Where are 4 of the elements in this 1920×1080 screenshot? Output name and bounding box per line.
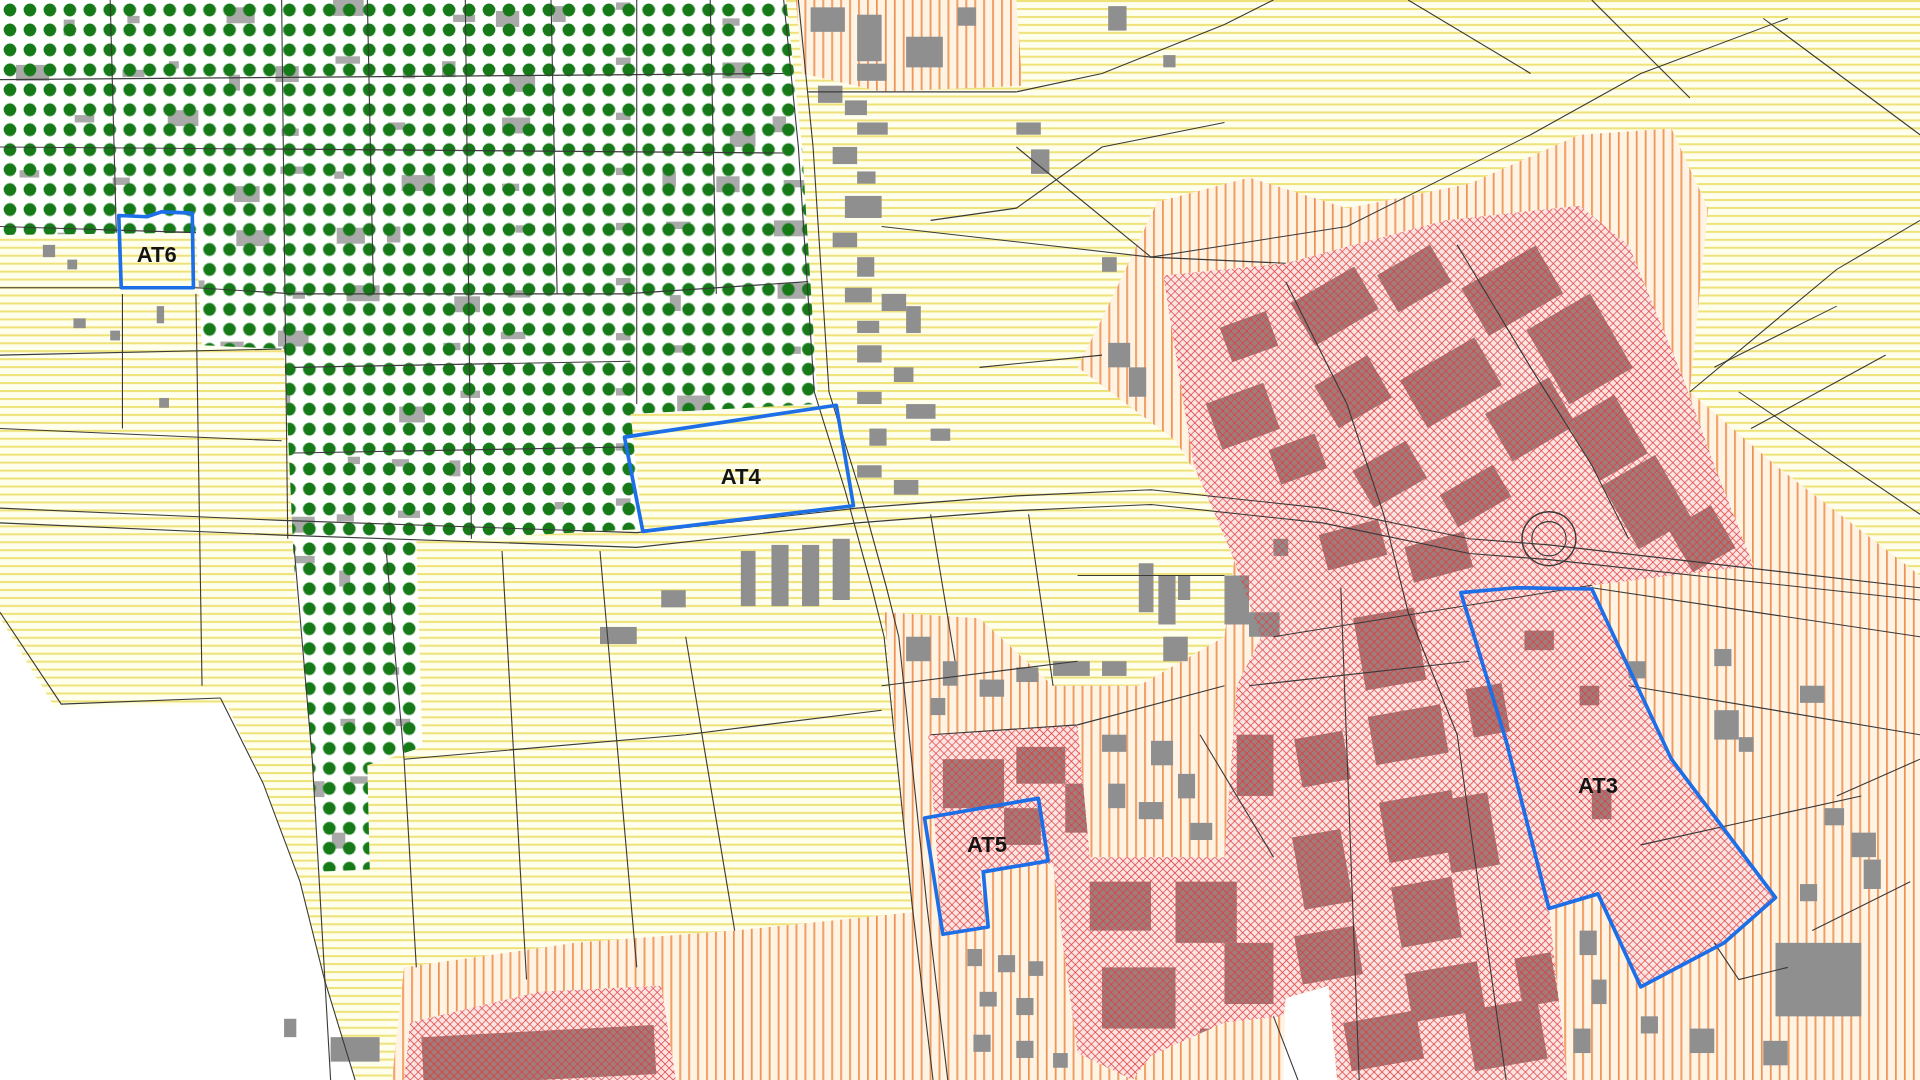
area-label: AT5 [966, 832, 1007, 858]
area-label: AT3 [1577, 773, 1618, 799]
area-label: AT4 [720, 463, 761, 489]
area-label: AT6 [136, 242, 177, 268]
